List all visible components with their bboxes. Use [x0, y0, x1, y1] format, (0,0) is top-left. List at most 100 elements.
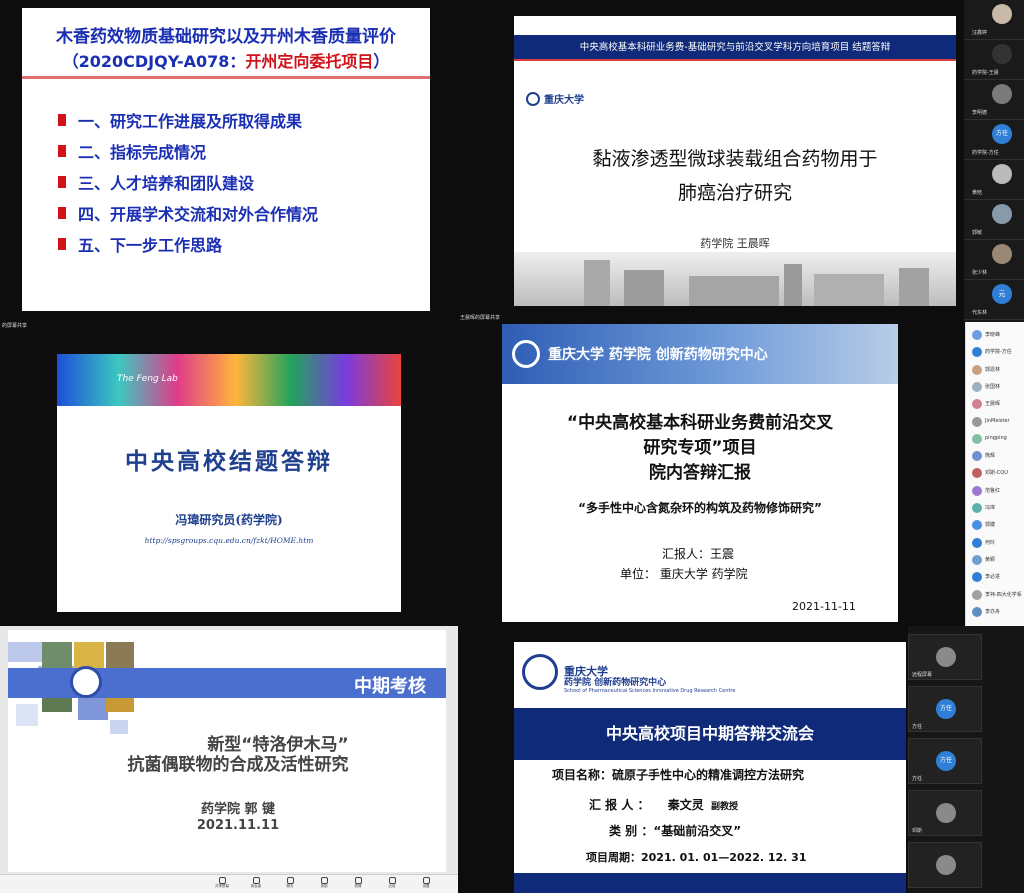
- participant-tile[interactable]: 张少林: [964, 240, 1024, 280]
- participant-list-item[interactable]: 郭恩林: [972, 363, 1024, 377]
- participant-name: 熊辉: [985, 453, 996, 460]
- campus-skyline: [584, 260, 929, 306]
- bottom-stripe: [514, 873, 906, 893]
- banner-title: 中期考核: [354, 676, 426, 697]
- participant-avatar: [992, 244, 1012, 264]
- participant-list-item[interactable]: 郭键: [972, 518, 1024, 532]
- toolbar-button[interactable]: 应用: [382, 877, 402, 892]
- share-label: 王晨晖的屏幕共享: [460, 315, 501, 321]
- red-bullet-icon: [58, 113, 66, 126]
- slide-lung-cancer: 中央高校基本科研业务费-基础研究与前沿交叉学科方向培育项目 结题答辩 重庆大学 …: [514, 16, 956, 306]
- slide-title-line2: 抗菌偶联物的合成及活性研究: [127, 755, 349, 775]
- university-logo: 重庆大学: [526, 91, 584, 106]
- participant-name: 李亦舟: [985, 608, 1001, 615]
- meeting-toolbar: 共享屏幕 参会者 聊天 录制 表情 应用 设置: [0, 874, 458, 893]
- slide-title-line1: 黏液渗透型微球装载组合药物用于: [592, 148, 878, 170]
- participant-avatar: [972, 416, 982, 427]
- participant-tile[interactable]: 郭敏: [964, 200, 1024, 240]
- participant-avatar: [936, 803, 956, 823]
- participant-tile[interactable]: 汪鑫婷: [964, 0, 1024, 40]
- agenda-item-label: 三、人才培养和团队建设: [78, 173, 255, 193]
- participant-list-item[interactable]: 药学院-方任: [972, 345, 1024, 359]
- participant-list-item[interactable]: 李亦舟: [972, 605, 1024, 619]
- slide-title-line3: 院内答辩汇报: [649, 463, 751, 483]
- toolbar-button[interactable]: 录制: [314, 877, 334, 892]
- red-bullet-icon: [58, 206, 66, 219]
- agenda-item: 五、下一步工作思路: [58, 228, 318, 259]
- video-tile[interactable]: 邓斯: [908, 790, 982, 836]
- slide-subtitle: “多手性中心含氮杂环的构筑及药物修饰研究”: [578, 501, 822, 515]
- participant-avatar: [992, 4, 1012, 24]
- project-name: 项目名称：硫原子手性中心的精准调控方法研究: [552, 768, 805, 782]
- participant-name: 药学院-方任: [985, 349, 1012, 356]
- participant-name: 方任: [912, 776, 923, 782]
- unit: 单位： 重庆大学 药学院: [620, 567, 748, 581]
- participant-tile[interactable]: 李明德: [964, 80, 1024, 120]
- participant-list-item[interactable]: pingping: [972, 432, 1024, 446]
- toolbar-button[interactable]: 表情: [348, 877, 368, 892]
- colorful-banner: The Feng Lab: [57, 354, 401, 406]
- participant-list-item[interactable]: 黄颖: [972, 553, 1024, 567]
- university-emblem-icon: [522, 654, 558, 690]
- banner-text: The Feng Lab: [117, 374, 178, 384]
- participant-list-item[interactable]: 李祎-四大化学系: [972, 588, 1024, 602]
- participant-avatar: [936, 647, 956, 667]
- participant-name: 张少林: [972, 270, 988, 276]
- university-emblem-icon: [70, 666, 102, 698]
- participant-avatar: 方任: [992, 124, 1012, 144]
- video-tile[interactable]: 方任 方任: [908, 686, 982, 732]
- toolbar-label: 参会者: [250, 884, 262, 888]
- title-divider: [22, 76, 430, 79]
- participant-list-item[interactable]: 邓斯-CQU: [972, 466, 1024, 480]
- slide-trojan-horse: 中期考核 新型“特洛伊木马” 抗菌偶联物的合成及活性研究 药学院 郭 键 202…: [8, 630, 446, 872]
- participant-tile[interactable]: 元代东林: [964, 280, 1024, 320]
- participant-list-item[interactable]: 熊辉: [972, 449, 1024, 463]
- participant-avatar: [972, 485, 982, 496]
- participant-avatar: [992, 164, 1012, 184]
- toolbar-icon: [320, 877, 328, 884]
- video-tile[interactable]: [908, 842, 982, 888]
- university-name: 重庆大学: [544, 95, 584, 106]
- panel-bottom-left: 中期考核 新型“特洛伊木马” 抗菌偶联物的合成及活性研究 药学院 郭 键 202…: [0, 626, 458, 893]
- panel-bottom-right: 重庆大学 药学院 创新药物研究中心 School of Pharmaceutic…: [458, 626, 1024, 893]
- agenda-item: 四、开展学术交流和对外合作情况: [58, 197, 318, 228]
- participant-name: pingping: [985, 434, 1007, 441]
- participant-avatar: [972, 433, 982, 444]
- participant-list-item[interactable]: 王晨晖: [972, 397, 1024, 411]
- participant-name: 郭键: [985, 522, 996, 529]
- toolbar-button[interactable]: 设置: [416, 877, 436, 892]
- video-tile[interactable]: 远程屏幕: [908, 634, 982, 680]
- participant-avatar: [972, 399, 982, 410]
- video-tile[interactable]: 方任 方任: [908, 738, 982, 784]
- toolbar-button[interactable]: 共享屏幕: [212, 877, 232, 892]
- participant-tile[interactable]: 黄晗: [964, 160, 1024, 200]
- toolbar-icon: [252, 877, 260, 884]
- meeting-banner: 中央高校项目中期答辩交流会: [514, 708, 906, 760]
- toolbar-label: 录制: [320, 884, 328, 888]
- participant-avatar: [972, 520, 982, 531]
- participant-list-item[interactable]: 李必进: [972, 570, 1024, 584]
- participant-list-item[interactable]: 张国林: [972, 380, 1024, 394]
- participant-list-item[interactable]: 冯瑋: [972, 501, 1024, 515]
- participant-name: 冯瑋: [985, 505, 996, 511]
- participant-avatar: [992, 84, 1012, 104]
- participant-list-item[interactable]: 李晓峰: [972, 328, 1024, 342]
- participant-name: 张国林: [985, 383, 1001, 390]
- red-bullet-icon: [58, 175, 66, 188]
- participant-tile[interactable]: 药学院-王晨: [964, 40, 1024, 80]
- slide-feng-lab: The Feng Lab 中央高校结题答辩 冯瑋研究员(药学院) http://…: [57, 354, 401, 612]
- toolbar-button[interactable]: 参会者: [246, 877, 266, 892]
- presenter: 药学院 郭 键: [200, 802, 276, 817]
- participant-name: 郭恩林: [985, 366, 1001, 373]
- participant-tile[interactable]: 方任 药学院-方任: [964, 120, 1024, 160]
- lab-url[interactable]: http://spsgroups.cqu.edu.cn/fzkt/HOME.ht…: [57, 536, 401, 545]
- agenda-item-label: 一、研究工作进展及所取得成果: [78, 111, 303, 131]
- participant-name: 汪鑫婷: [972, 30, 988, 36]
- toolbar-button[interactable]: 聊天: [280, 877, 300, 892]
- participant-list-item[interactable]: 何玲: [972, 536, 1024, 550]
- participant-list-item[interactable]: JinMeister: [972, 415, 1024, 429]
- participant-avatar: [972, 347, 982, 358]
- toolbar-label: 表情: [354, 884, 362, 888]
- participant-list-item[interactable]: 范鲁红: [972, 484, 1024, 498]
- participant-name: 何玲: [985, 539, 996, 546]
